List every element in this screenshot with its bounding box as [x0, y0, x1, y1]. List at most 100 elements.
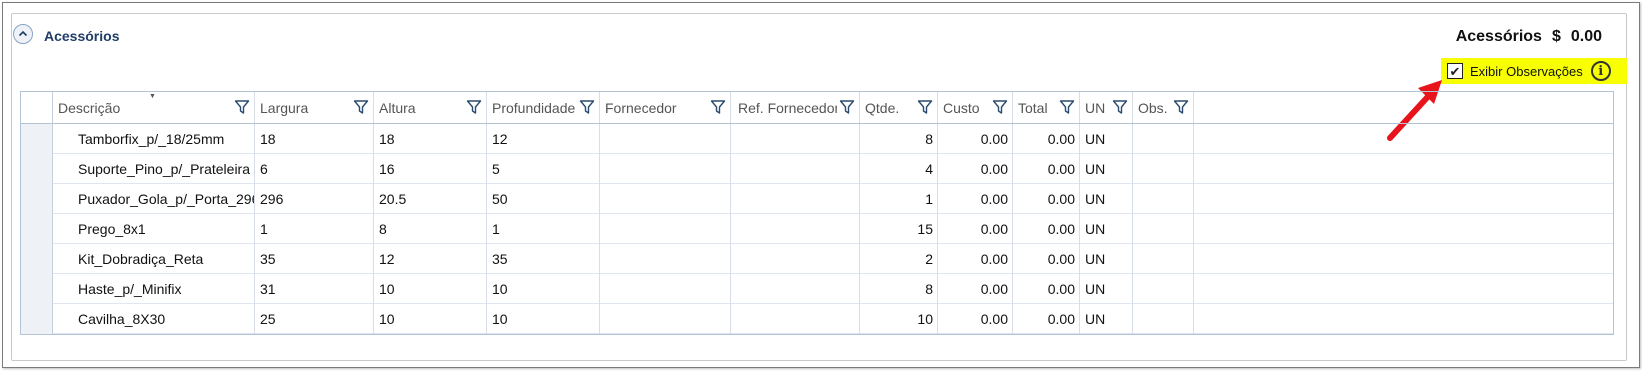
cell-descricao[interactable]: Kit_Dobradiça_Reta — [53, 244, 255, 274]
row-selector[interactable] — [21, 214, 53, 244]
column-header-altura[interactable]: Altura — [374, 92, 487, 123]
cell-total[interactable]: 0.00 — [1013, 304, 1080, 334]
column-header-qtde[interactable]: Qtde. — [860, 92, 938, 123]
cell-qtde[interactable]: 15 — [860, 214, 938, 244]
filter-icon[interactable] — [234, 99, 250, 115]
cell-fornecedor[interactable] — [600, 244, 731, 274]
collapse-button[interactable] — [13, 24, 33, 44]
cell-descricao[interactable]: Prego_8x1 — [53, 214, 255, 244]
row-selector[interactable] — [21, 124, 53, 154]
cell-profundidade[interactable]: 10 — [487, 274, 600, 304]
column-header-largura[interactable]: Largura — [255, 92, 374, 123]
cell-obs[interactable] — [1133, 304, 1194, 334]
table-row[interactable]: Kit_Dobradiça_Reta 35 12 35 2 0.00 0.00 UN — [21, 244, 1613, 274]
cell-altura[interactable]: 10 — [374, 274, 487, 304]
cell-fornecedor[interactable] — [600, 274, 731, 304]
accessories-table[interactable]: ▼ Descrição Largura Altura Profundidade … — [20, 91, 1614, 335]
cell-total[interactable]: 0.00 — [1013, 184, 1080, 214]
table-row[interactable]: Prego_8x1 1 8 1 15 0.00 0.00 UN — [21, 214, 1613, 244]
cell-ref-fornecedor[interactable] — [731, 274, 860, 304]
table-row[interactable]: Cavilha_8X30 25 10 10 10 0.00 0.00 UN — [21, 304, 1613, 334]
cell-total[interactable]: 0.00 — [1013, 244, 1080, 274]
cell-fornecedor[interactable] — [600, 214, 731, 244]
cell-fornecedor[interactable] — [600, 154, 731, 184]
show-observations-toggle[interactable]: ✔ Exibir Observações i — [1441, 58, 1627, 84]
info-icon[interactable]: i — [1590, 61, 1611, 81]
cell-total[interactable]: 0.00 — [1013, 154, 1080, 184]
cell-descricao[interactable]: Tamborfix_p/_18/25mm — [53, 124, 255, 154]
cell-largura[interactable]: 296 — [255, 184, 374, 214]
filter-icon[interactable] — [992, 99, 1008, 115]
cell-custo[interactable]: 0.00 — [938, 124, 1013, 154]
column-header-custo[interactable]: Custo — [938, 92, 1013, 123]
cell-custo[interactable]: 0.00 — [938, 304, 1013, 334]
filter-icon[interactable] — [1173, 99, 1189, 115]
cell-ref-fornecedor[interactable] — [731, 214, 860, 244]
cell-altura[interactable]: 18 — [374, 124, 487, 154]
cell-profundidade[interactable]: 12 — [487, 124, 600, 154]
filter-icon[interactable] — [710, 99, 726, 115]
cell-fornecedor[interactable] — [600, 304, 731, 334]
cell-un[interactable]: UN — [1080, 244, 1133, 274]
row-selector[interactable] — [21, 244, 53, 274]
column-header-profundidade[interactable]: Profundidade — [487, 92, 600, 123]
cell-largura[interactable]: 6 — [255, 154, 374, 184]
table-row[interactable]: Tamborfix_p/_18/25mm 18 18 12 8 0.00 0.00 UN — [21, 124, 1613, 154]
cell-obs[interactable] — [1133, 154, 1194, 184]
table-row[interactable]: Haste_p/_Minifix 31 10 10 8 0.00 0.00 UN — [21, 274, 1613, 304]
column-header-descricao[interactable]: ▼ Descrição — [53, 92, 255, 123]
cell-descricao[interactable]: Cavilha_8X30 — [53, 304, 255, 334]
cell-un[interactable]: UN — [1080, 184, 1133, 214]
cell-largura[interactable]: 31 — [255, 274, 374, 304]
cell-profundidade[interactable]: 50 — [487, 184, 600, 214]
row-selector[interactable] — [21, 184, 53, 214]
cell-un[interactable]: UN — [1080, 214, 1133, 244]
cell-qtde[interactable]: 8 — [860, 124, 938, 154]
cell-qtde[interactable]: 1 — [860, 184, 938, 214]
cell-profundidade[interactable]: 10 — [487, 304, 600, 334]
cell-qtde[interactable]: 2 — [860, 244, 938, 274]
cell-altura[interactable]: 16 — [374, 154, 487, 184]
cell-altura[interactable]: 8 — [374, 214, 487, 244]
cell-altura[interactable]: 10 — [374, 304, 487, 334]
cell-altura[interactable]: 20.5 — [374, 184, 487, 214]
cell-custo[interactable]: 0.00 — [938, 274, 1013, 304]
cell-obs[interactable] — [1133, 244, 1194, 274]
cell-custo[interactable]: 0.00 — [938, 214, 1013, 244]
cell-largura[interactable]: 18 — [255, 124, 374, 154]
row-selector[interactable] — [21, 274, 53, 304]
row-header-corner[interactable] — [21, 92, 53, 123]
cell-obs[interactable] — [1133, 124, 1194, 154]
cell-qtde[interactable]: 4 — [860, 154, 938, 184]
column-header-obs[interactable]: Obs. — [1133, 92, 1194, 123]
cell-qtde[interactable]: 8 — [860, 274, 938, 304]
column-header-total[interactable]: Total — [1013, 92, 1080, 123]
row-selector[interactable] — [21, 304, 53, 334]
filter-icon[interactable] — [466, 99, 482, 115]
cell-obs[interactable] — [1133, 184, 1194, 214]
row-selector[interactable] — [21, 154, 53, 184]
cell-un[interactable]: UN — [1080, 154, 1133, 184]
cell-largura[interactable]: 1 — [255, 214, 374, 244]
cell-profundidade[interactable]: 5 — [487, 154, 600, 184]
cell-ref-fornecedor[interactable] — [731, 304, 860, 334]
cell-altura[interactable]: 12 — [374, 244, 487, 274]
cell-fornecedor[interactable] — [600, 124, 731, 154]
cell-qtde[interactable]: 10 — [860, 304, 938, 334]
cell-profundidade[interactable]: 35 — [487, 244, 600, 274]
cell-un[interactable]: UN — [1080, 274, 1133, 304]
cell-custo[interactable]: 0.00 — [938, 154, 1013, 184]
cell-total[interactable]: 0.00 — [1013, 214, 1080, 244]
cell-ref-fornecedor[interactable] — [731, 154, 860, 184]
filter-icon[interactable] — [579, 99, 595, 115]
column-header-un[interactable]: UN — [1080, 92, 1133, 123]
column-header-fornecedor[interactable]: Fornecedor — [600, 92, 731, 123]
filter-icon[interactable] — [1112, 99, 1128, 115]
cell-largura[interactable]: 25 — [255, 304, 374, 334]
cell-largura[interactable]: 35 — [255, 244, 374, 274]
cell-ref-fornecedor[interactable] — [731, 124, 860, 154]
cell-profundidade[interactable]: 1 — [487, 214, 600, 244]
cell-ref-fornecedor[interactable] — [731, 184, 860, 214]
filter-icon[interactable] — [353, 99, 369, 115]
cell-ref-fornecedor[interactable] — [731, 244, 860, 274]
